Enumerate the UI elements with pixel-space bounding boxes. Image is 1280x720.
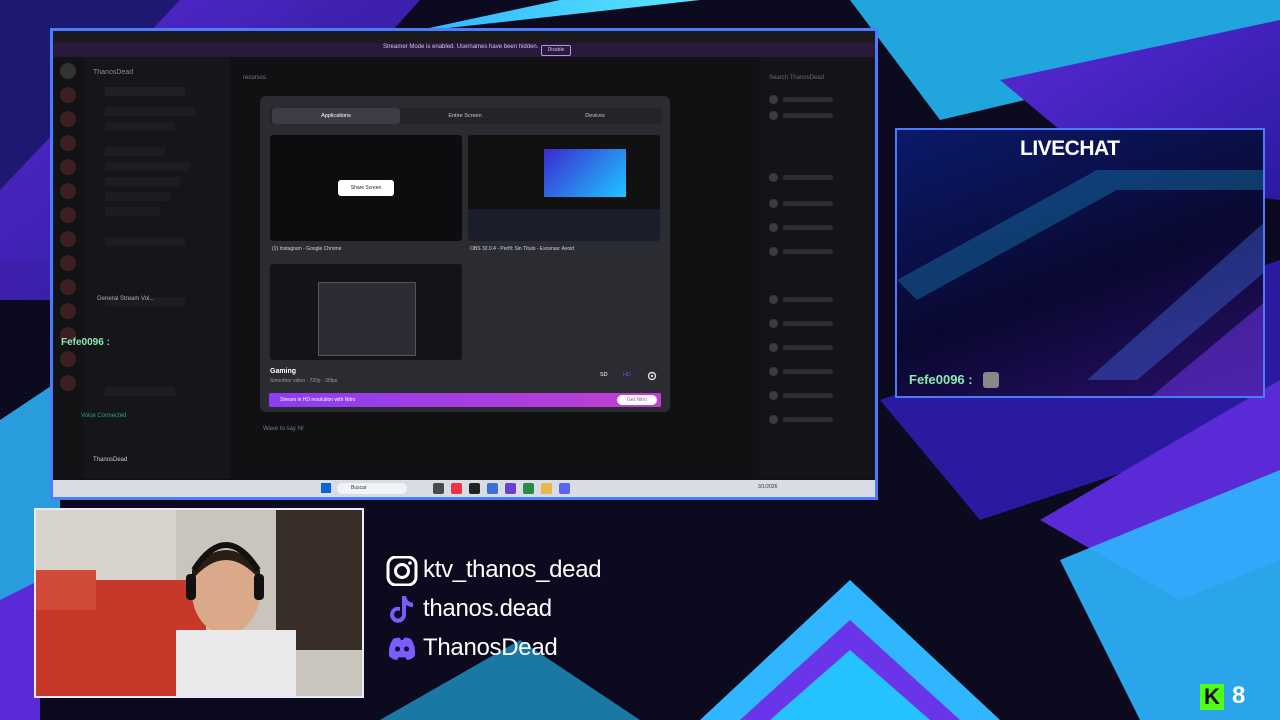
server-icon[interactable] (60, 279, 76, 295)
app-thumbnail-obs[interactable] (468, 135, 660, 241)
kick-viewer-badge: K 8 (1200, 682, 1260, 712)
server-icon[interactable] (60, 183, 76, 199)
member-item[interactable] (769, 111, 849, 121)
member-item[interactable] (769, 319, 849, 329)
member-item[interactable] (769, 415, 849, 425)
tab-entire-screen[interactable]: Entire Screen (400, 108, 530, 124)
emote-icon (983, 372, 999, 388)
webcam-feed (34, 508, 364, 698)
viewer-count: 8 (1232, 682, 1246, 709)
nested-window-preview (318, 282, 416, 356)
member-item[interactable] (769, 247, 849, 257)
app-icon[interactable] (505, 483, 516, 494)
mode-label: Gaming (270, 368, 297, 375)
voice-status: Voice Connected (81, 413, 127, 419)
server-icon[interactable] (60, 207, 76, 223)
voice-channel[interactable]: General Stream Vol... (97, 296, 154, 302)
channel-row[interactable] (105, 387, 175, 396)
windows-start-icon[interactable] (321, 483, 331, 493)
server-icon[interactable] (60, 303, 76, 319)
member-list (759, 57, 875, 479)
app-icon[interactable] (523, 483, 534, 494)
discord-handle: ThanosDead (423, 634, 558, 661)
thumb-inner-button: Share Screen (338, 180, 394, 196)
livechat-panel (895, 128, 1265, 398)
obs-preview (544, 149, 626, 197)
tiktok-icon (390, 596, 413, 623)
kick-logo-icon: K (1200, 684, 1224, 710)
livechat-decoration (897, 170, 1263, 396)
nitro-text: Stream in HD resolution with Nitro (280, 397, 356, 403)
tab-applications[interactable]: Applications (272, 108, 400, 124)
disable-button[interactable]: Disable (541, 45, 571, 56)
app-thumbnail-third[interactable] (270, 264, 462, 360)
server-icon[interactable] (60, 135, 76, 151)
server-icon[interactable] (60, 231, 76, 247)
server-rail (53, 57, 83, 479)
banner-text: Streamer Mode is enabled. Usernames have… (383, 44, 539, 50)
chrome-icon[interactable] (451, 483, 462, 494)
taskbar-search[interactable]: Buscar (337, 483, 407, 494)
instagram-handle: ktv_thanos_dead (423, 556, 602, 583)
server-icon[interactable] (60, 255, 76, 271)
app-thumbnail-chrome[interactable]: Share Screen (270, 135, 462, 241)
folder-icon[interactable] (541, 483, 552, 494)
channel-row[interactable] (105, 177, 180, 186)
server-icon[interactable] (60, 111, 76, 127)
member-item[interactable] (769, 199, 849, 209)
thumb-caption-chrome: (1) Instagram - Google Chrome (272, 246, 342, 252)
webcam-scene (36, 510, 362, 696)
server-name[interactable]: ThanosDead (93, 69, 133, 76)
window-titlebar (53, 31, 875, 43)
channel-row[interactable] (105, 237, 185, 246)
tiktok-handle: thanos.dead (423, 595, 552, 622)
discord-icon[interactable] (559, 483, 570, 494)
channel-row[interactable] (105, 192, 170, 201)
member-item[interactable] (769, 173, 849, 183)
member-item[interactable] (769, 343, 849, 353)
member-item[interactable] (769, 295, 849, 305)
channel-row[interactable] (105, 147, 165, 156)
livechat-username: Fefe0096 : (909, 372, 973, 387)
app-icon[interactable] (433, 483, 444, 494)
member-item[interactable] (769, 223, 849, 233)
member-item[interactable] (769, 367, 849, 377)
quality-hd-button[interactable]: HD (623, 372, 631, 378)
taskbar-clock: 3/1/2026 (758, 484, 778, 490)
instagram-icon (386, 556, 418, 586)
server-icon[interactable] (60, 375, 76, 391)
windows-taskbar (53, 480, 875, 497)
thumb-caption-obs: OBS 32.0.4 - Perfil: Sin Título - Escena… (470, 246, 575, 252)
tab-devices[interactable]: Devices (530, 108, 660, 124)
server-icon[interactable] (60, 87, 76, 103)
get-nitro-button[interactable]: Get Nitro (617, 395, 657, 405)
member-item[interactable] (769, 391, 849, 401)
server-icon[interactable] (60, 159, 76, 175)
mode-sub: Smoother video · 720p · 30fps (270, 378, 338, 384)
obs-mixer (468, 209, 660, 241)
server-icon[interactable] (60, 63, 76, 79)
gear-icon[interactable] (647, 371, 657, 381)
quality-sd-button[interactable]: SD (600, 372, 608, 378)
channel-search[interactable]: recursos (243, 75, 266, 81)
discord-icon (388, 637, 416, 660)
obs-icon[interactable] (469, 483, 480, 494)
captured-chat-name: Fefe0096 : (61, 337, 110, 348)
channel-row[interactable] (105, 122, 175, 131)
channel-row[interactable] (105, 87, 185, 96)
chat-placeholder[interactable]: Wave to say hi! (263, 426, 304, 432)
channel-row[interactable] (105, 162, 190, 171)
member-search[interactable]: Search ThanosDead (769, 75, 824, 81)
channel-row[interactable] (105, 107, 195, 116)
channel-row[interactable] (105, 207, 160, 216)
user-name: ThanosDead (93, 457, 128, 463)
member-item[interactable] (769, 95, 849, 105)
server-icon[interactable] (60, 351, 76, 367)
app-icon[interactable] (487, 483, 498, 494)
livechat-title: LIVECHAT (1020, 137, 1120, 160)
